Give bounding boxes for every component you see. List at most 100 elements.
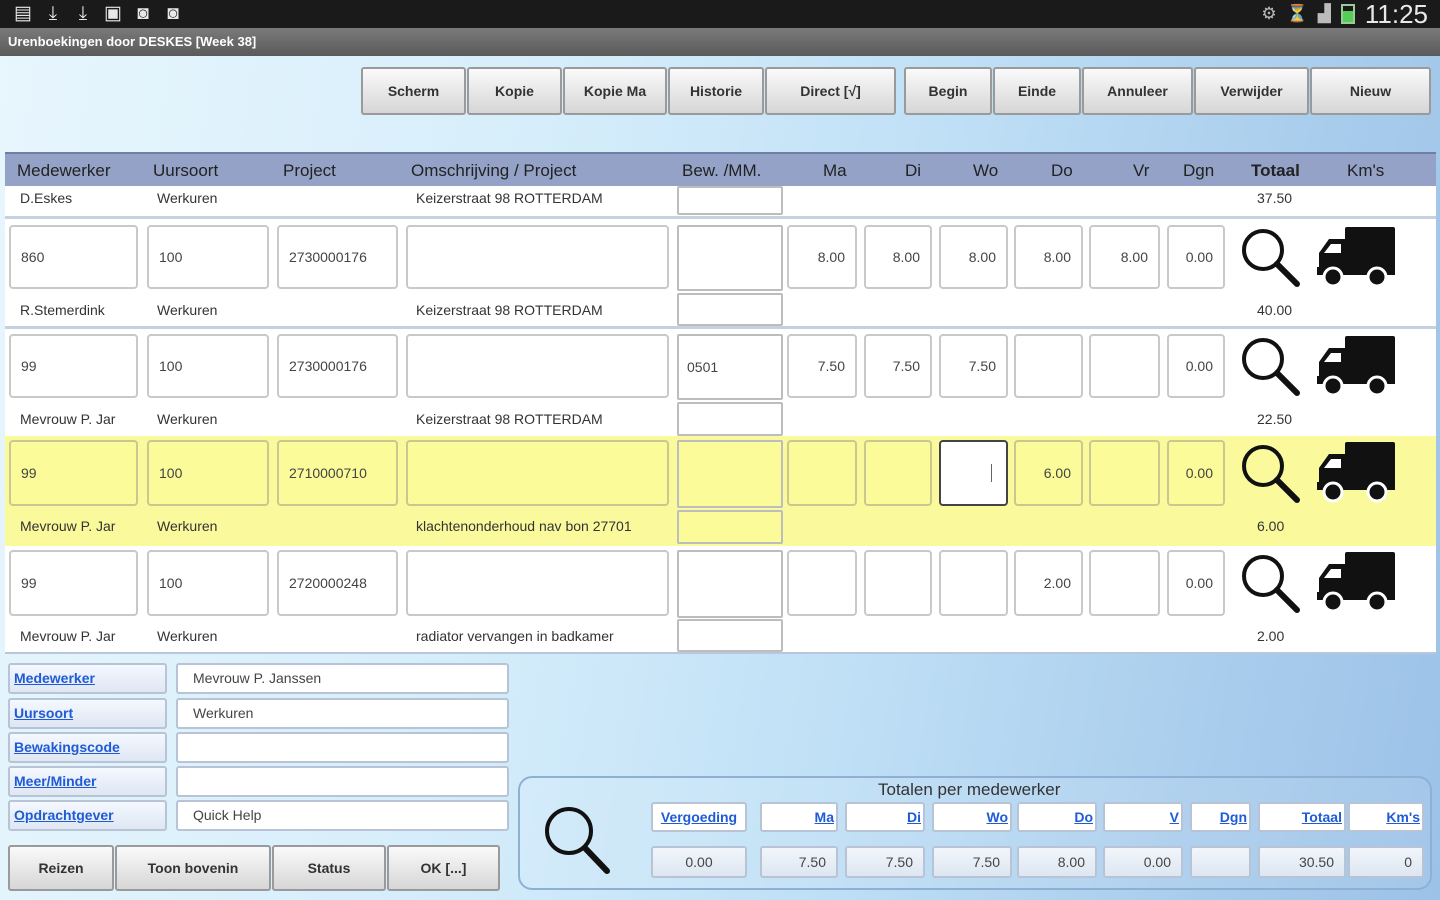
meer-minder-field[interactable] bbox=[176, 766, 509, 797]
vr-cell[interactable] bbox=[1089, 550, 1160, 616]
wo-cell[interactable] bbox=[939, 550, 1008, 616]
wo-cell-active[interactable] bbox=[939, 440, 1008, 506]
bewakingscode-field[interactable] bbox=[176, 732, 509, 763]
uursoort-cell[interactable]: 100 bbox=[147, 440, 269, 506]
ma-cell[interactable] bbox=[787, 550, 857, 616]
opdrachtgever-link[interactable]: Opdrachtgever bbox=[8, 800, 167, 831]
column-vr[interactable]: Vr bbox=[1133, 161, 1149, 181]
uursoort-cell[interactable]: 100 bbox=[147, 550, 269, 616]
ma-cell[interactable]: 8.00 bbox=[787, 225, 857, 289]
bewakingscode-link[interactable]: Bewakingscode bbox=[8, 732, 167, 763]
di-cell[interactable] bbox=[864, 550, 932, 616]
project-cell[interactable]: 2720000248 bbox=[277, 550, 398, 616]
reizen-button[interactable]: Reizen bbox=[8, 845, 114, 891]
truck-icon[interactable] bbox=[1315, 223, 1397, 291]
totals-header-wo[interactable]: Wo bbox=[932, 802, 1012, 832]
bew-sub-field[interactable] bbox=[677, 186, 783, 215]
magnifier-icon[interactable] bbox=[540, 802, 612, 876]
einde-button[interactable]: Einde bbox=[993, 67, 1081, 115]
totals-header-vr[interactable]: V bbox=[1103, 802, 1183, 832]
medewerker-cell[interactable]: 99 bbox=[9, 334, 138, 398]
omschrijving-cell[interactable] bbox=[406, 334, 669, 398]
di-cell[interactable]: 7.50 bbox=[864, 334, 932, 398]
dgn-cell[interactable]: 0.00 bbox=[1167, 225, 1225, 289]
bew-cell[interactable]: 0501 bbox=[677, 334, 783, 400]
nieuw-button[interactable]: Nieuw bbox=[1310, 67, 1431, 115]
totals-header-kms[interactable]: Km's bbox=[1348, 802, 1424, 832]
medewerker-cell[interactable]: 99 bbox=[9, 550, 138, 616]
bew-sub-field[interactable] bbox=[677, 510, 783, 544]
historie-button[interactable]: Historie bbox=[668, 67, 764, 115]
column-wo[interactable]: Wo bbox=[973, 161, 998, 181]
column-do[interactable]: Do bbox=[1051, 161, 1073, 181]
omschrijving-cell[interactable] bbox=[406, 550, 669, 616]
magnifier-icon[interactable] bbox=[1232, 550, 1308, 616]
truck-icon[interactable] bbox=[1315, 548, 1397, 616]
dgn-cell[interactable]: 0.00 bbox=[1167, 334, 1225, 398]
totals-header-vergoeding[interactable]: Vergoeding bbox=[651, 802, 747, 832]
begin-button[interactable]: Begin bbox=[904, 67, 992, 115]
column-project[interactable]: Project bbox=[283, 161, 336, 181]
bew-cell[interactable] bbox=[677, 225, 783, 291]
wo-cell[interactable]: 8.00 bbox=[939, 225, 1008, 289]
column-kms[interactable]: Km's bbox=[1347, 161, 1384, 181]
magnifier-icon[interactable] bbox=[1232, 440, 1308, 506]
truck-icon[interactable] bbox=[1315, 438, 1397, 506]
ma-cell[interactable] bbox=[787, 440, 857, 506]
column-medewerker[interactable]: Medewerker bbox=[17, 161, 111, 181]
vr-cell[interactable] bbox=[1089, 440, 1160, 506]
omschrijving-cell[interactable] bbox=[406, 440, 669, 506]
meer-minder-link[interactable]: Meer/Minder bbox=[8, 766, 167, 797]
bew-sub-field[interactable] bbox=[677, 402, 783, 436]
project-cell[interactable]: 2730000176 bbox=[277, 225, 398, 289]
ok-button[interactable]: OK [...] bbox=[387, 845, 500, 891]
truck-icon[interactable] bbox=[1315, 332, 1397, 400]
omschrijving-cell[interactable] bbox=[406, 225, 669, 289]
medewerker-field[interactable]: Mevrouw P. Janssen bbox=[176, 663, 509, 694]
bew-sub-field[interactable] bbox=[677, 619, 783, 652]
kopie-ma-button[interactable]: Kopie Ma bbox=[563, 67, 667, 115]
uursoort-cell[interactable]: 100 bbox=[147, 225, 269, 289]
magnifier-icon[interactable] bbox=[1232, 225, 1308, 289]
column-totaal[interactable]: Totaal bbox=[1251, 161, 1300, 181]
totals-header-dgn[interactable]: Dgn bbox=[1190, 802, 1251, 832]
scherm-button[interactable]: Scherm bbox=[361, 67, 466, 115]
bew-cell[interactable] bbox=[677, 550, 783, 618]
kopie-button[interactable]: Kopie bbox=[467, 67, 562, 115]
direct-button[interactable]: Direct [√] bbox=[765, 67, 896, 115]
totals-header-di[interactable]: Di bbox=[845, 802, 925, 832]
toon-bovenin-button[interactable]: Toon bovenin bbox=[115, 845, 271, 891]
totals-header-totaal[interactable]: Totaal bbox=[1258, 802, 1346, 832]
do-cell[interactable]: 8.00 bbox=[1014, 225, 1083, 289]
vr-cell[interactable] bbox=[1089, 334, 1160, 398]
project-cell[interactable]: 2710000710 bbox=[277, 440, 398, 506]
totals-header-do[interactable]: Do bbox=[1017, 802, 1097, 832]
uursoort-cell[interactable]: 100 bbox=[147, 334, 269, 398]
di-cell[interactable] bbox=[864, 440, 932, 506]
column-bew[interactable]: Bew. /MM. bbox=[682, 161, 761, 181]
column-omschrijving[interactable]: Omschrijving / Project bbox=[411, 161, 576, 181]
vr-cell[interactable]: 8.00 bbox=[1089, 225, 1160, 289]
totals-header-ma[interactable]: Ma bbox=[760, 802, 838, 832]
column-ma[interactable]: Ma bbox=[823, 161, 847, 181]
medewerker-cell[interactable]: 860 bbox=[9, 225, 138, 289]
bew-cell[interactable] bbox=[677, 440, 783, 508]
bew-sub-field[interactable] bbox=[677, 293, 783, 326]
dgn-cell[interactable]: 0.00 bbox=[1167, 550, 1225, 616]
column-dgn[interactable]: Dgn bbox=[1183, 161, 1214, 181]
do-cell[interactable]: 6.00 bbox=[1014, 440, 1083, 506]
do-cell[interactable]: 2.00 bbox=[1014, 550, 1083, 616]
uursoort-link[interactable]: Uursoort bbox=[8, 698, 167, 729]
uursoort-field[interactable]: Werkuren bbox=[176, 698, 509, 729]
ma-cell[interactable]: 7.50 bbox=[787, 334, 857, 398]
do-cell[interactable] bbox=[1014, 334, 1083, 398]
medewerker-cell[interactable]: 99 bbox=[9, 440, 138, 506]
verwijder-button[interactable]: Verwijder bbox=[1194, 67, 1309, 115]
magnifier-icon[interactable] bbox=[1232, 334, 1308, 398]
opdrachtgever-field[interactable]: Quick Help bbox=[176, 800, 509, 831]
column-di[interactable]: Di bbox=[905, 161, 921, 181]
column-uursoort[interactable]: Uursoort bbox=[153, 161, 218, 181]
wo-cell[interactable]: 7.50 bbox=[939, 334, 1008, 398]
dgn-cell[interactable]: 0.00 bbox=[1167, 440, 1225, 506]
annuleer-button[interactable]: Annuleer bbox=[1082, 67, 1193, 115]
